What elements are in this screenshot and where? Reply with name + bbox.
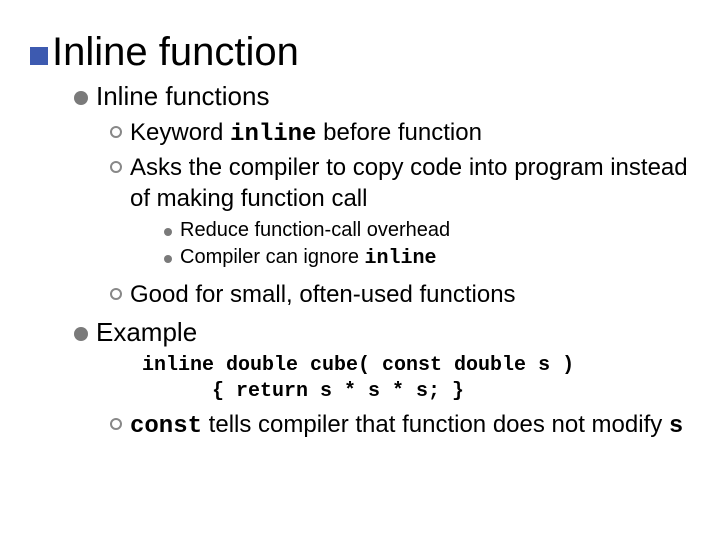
text-fragment: tells compiler that function does not mo…: [202, 411, 669, 438]
ring-bullet-icon: [110, 126, 122, 138]
code-line: inline double cube( const double s ): [142, 353, 690, 379]
list-item: Compiler can ignore inline: [164, 245, 690, 271]
level1-text: Example: [96, 316, 197, 349]
list-item: Keyword inline before function: [110, 117, 690, 150]
list-item: Good for small, often-used functions: [110, 279, 690, 310]
text-fragment: before function: [316, 119, 481, 146]
bullet-level2-group: Keyword inline before function Asks the …: [110, 117, 690, 311]
level3-text: Compiler can ignore inline: [180, 245, 437, 271]
text-fragment: Keyword: [130, 119, 230, 146]
list-item: Example: [74, 316, 690, 349]
list-item: Reduce function-call overhead: [164, 218, 690, 243]
level2-text: Good for small, often-used functions: [130, 279, 516, 310]
code-fragment: inline: [230, 121, 316, 148]
list-item: Asks the compiler to copy code into prog…: [110, 152, 690, 214]
disc-bullet-icon: [74, 91, 88, 105]
level1-text: Inline functions: [96, 80, 269, 113]
level2-text: Asks the compiler to copy code into prog…: [130, 152, 690, 214]
dot-bullet-icon: [164, 228, 172, 236]
code-line: { return s * s * s; }: [212, 379, 690, 405]
code-example: inline double cube( const double s ) { r…: [142, 353, 690, 405]
ring-bullet-icon: [110, 288, 122, 300]
code-fragment: s: [669, 413, 683, 440]
code-fragment: const: [130, 413, 202, 440]
bullet-level2-group: inline double cube( const double s ) { r…: [110, 353, 690, 442]
level3-text: Reduce function-call overhead: [180, 218, 450, 243]
disc-bullet-icon: [74, 327, 88, 341]
level2-text: Keyword inline before function: [130, 117, 482, 150]
text-fragment: Compiler can ignore: [180, 246, 365, 268]
ring-bullet-icon: [110, 418, 122, 430]
bullet-level3-group: Reduce function-call overhead Compiler c…: [164, 218, 690, 271]
list-item: Inline functions: [74, 80, 690, 113]
bullet-level1-group: Inline functions Keyword inline before f…: [74, 80, 690, 442]
slide-title-row: Inline function: [30, 30, 690, 74]
slide-title: Inline function: [52, 30, 299, 74]
code-fragment: inline: [365, 247, 437, 270]
list-item: const tells compiler that function does …: [110, 409, 690, 442]
dot-bullet-icon: [164, 255, 172, 263]
level2-text: const tells compiler that function does …: [130, 409, 683, 442]
ring-bullet-icon: [110, 161, 122, 173]
square-bullet-icon: [30, 47, 48, 65]
